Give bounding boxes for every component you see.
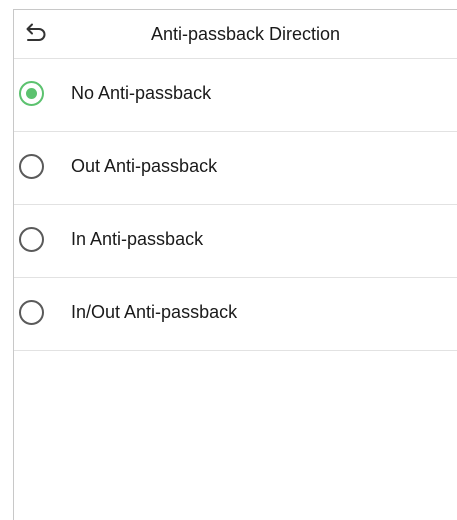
page-title: Anti-passback Direction <box>150 24 341 44</box>
radio-button[interactable] <box>19 227 44 252</box>
direction-options-list: No Anti-passback Out Anti-passback In An… <box>14 59 457 351</box>
radio-button[interactable] <box>19 300 44 325</box>
option-label: No Anti-passback <box>71 83 212 103</box>
back-button[interactable] <box>22 20 48 46</box>
anti-passback-direction-screen: Anti-passback Direction No Anti-passback… <box>0 0 457 520</box>
option-out-anti-passback[interactable]: Out Anti-passback <box>14 132 457 205</box>
option-label: In/Out Anti-passback <box>71 302 238 322</box>
radio-button-checked[interactable] <box>19 81 44 106</box>
header-bar: Anti-passback Direction <box>14 10 457 59</box>
option-no-anti-passback[interactable]: No Anti-passback <box>14 59 457 132</box>
option-label: In Anti-passback <box>71 229 204 249</box>
back-arrow-icon <box>26 23 46 41</box>
radio-button[interactable] <box>19 154 44 179</box>
option-in-out-anti-passback[interactable]: In/Out Anti-passback <box>14 278 457 351</box>
option-in-anti-passback[interactable]: In Anti-passback <box>14 205 457 278</box>
option-label: Out Anti-passback <box>71 156 218 176</box>
